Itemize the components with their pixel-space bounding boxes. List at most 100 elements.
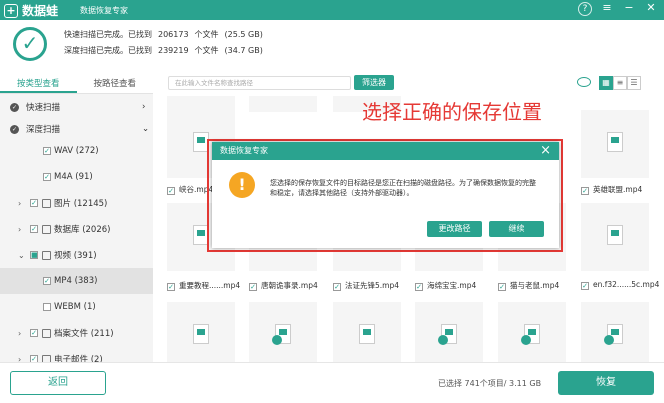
sidebar-item-webm[interactable]: WEBM (1) <box>0 294 153 320</box>
preview-eye-icon[interactable] <box>577 77 591 87</box>
file-tile[interactable] <box>167 302 235 362</box>
footer-bar: 返回 已选择 741个项目/ 3.11 GB 恢复 <box>0 362 664 403</box>
scan-complete-check-icon: ✓ <box>13 27 47 61</box>
filter-button[interactable]: 筛选器 <box>354 75 394 90</box>
file-tile[interactable] <box>581 203 649 271</box>
image-icon <box>42 198 51 208</box>
checkbox[interactable]: ✓ <box>43 277 51 285</box>
warning-dialog: 数据恢复专家 × ! 您选择的保存恢复文件的目标路径是您正在扫描的磁盘路径。为了… <box>212 142 559 248</box>
recover-button[interactable]: 恢复 <box>558 371 654 395</box>
document-icon <box>42 328 51 338</box>
chevron-down-icon[interactable]: ⌄ <box>142 124 149 134</box>
checkbox[interactable]: ✓ <box>581 187 589 195</box>
dialog-message-line2: 和稳定，请选择其他路径（支持外部驱动器）。 <box>270 189 414 197</box>
selection-summary: 已选择 741个项目/ 3.11 GB <box>438 379 542 388</box>
file-name-label[interactable]: ✓ 重要教程......mp4 <box>167 280 240 291</box>
file-tile[interactable] <box>581 110 649 178</box>
bullet-icon: ✓ <box>10 102 19 112</box>
detail-view-icon[interactable]: ☰ <box>627 76 641 90</box>
video-file-icon <box>607 225 623 245</box>
dialog-title-bar: 数据恢复专家 × <box>212 142 559 160</box>
checkbox[interactable]: ✓ <box>167 283 175 291</box>
video-file-icon <box>607 132 623 152</box>
chevron-down-icon[interactable]: ⌄ <box>18 251 25 260</box>
sidebar-item-images[interactable]: › ✓ 图片 (12145) <box>0 190 153 216</box>
menu-icon[interactable]: ≡ <box>600 2 614 16</box>
partial-video-file-icon <box>604 324 623 345</box>
tab-by-type[interactable]: 按类型查看 <box>0 76 77 93</box>
sidebar-item-wav[interactable]: ✓ WAV (272) <box>0 138 153 164</box>
change-path-button[interactable]: 更改路径 <box>427 221 482 237</box>
file-tile[interactable] <box>333 302 401 362</box>
file-name-label[interactable]: ✓ 猫与老鼠.mp4 <box>498 280 559 291</box>
view-tabs: 按类型查看 按路径查看 <box>0 76 153 94</box>
checkbox[interactable]: ✓ <box>30 329 38 337</box>
help-icon[interactable]: ? <box>578 2 592 16</box>
sidebar-item-video[interactable]: ⌄ ■ 视频 (391) <box>0 242 153 268</box>
partial-video-file-icon <box>521 324 540 345</box>
checkbox[interactable]: ✓ <box>249 283 257 291</box>
sidebar: ✓ 快速扫描 › ✓ 深度扫描 ⌄ ✓ WAV (272) ✓ M4A (91)… <box>0 94 153 362</box>
checkbox[interactable]: ✓ <box>43 173 51 181</box>
sidebar-item-email[interactable]: › ✓ 电子邮件 (2) <box>0 346 153 362</box>
bullet-icon: ✓ <box>10 124 19 134</box>
scan-status-panel: ✓ 快速扫描已完成。已找到 206173 个文件 (25.5 GB) 深度扫描已完成。… <box>0 20 664 68</box>
tab-by-path[interactable]: 按路径查看 <box>77 76 154 93</box>
list-view-icon[interactable]: ≡ <box>613 76 627 90</box>
sidebar-item-m4a[interactable]: ✓ M4A (91) <box>0 164 153 190</box>
chevron-right-icon[interactable]: › <box>18 329 21 338</box>
file-name-label[interactable]: ✓ 海绵宝宝.mp4 <box>415 280 476 291</box>
checkbox[interactable]: ✓ <box>30 199 38 207</box>
video-file-icon <box>193 324 209 344</box>
file-tile[interactable] <box>415 302 483 362</box>
file-name-label[interactable]: ✓ 唐朝诡事录.mp4 <box>249 280 318 291</box>
back-button[interactable]: 返回 <box>10 371 106 395</box>
chevron-right-icon[interactable]: › <box>18 355 21 363</box>
file-tile[interactable] <box>249 96 317 112</box>
video-file-icon <box>359 324 375 344</box>
app-name: 数据蛙 <box>22 4 59 18</box>
checkbox[interactable]: ✓ <box>167 187 175 195</box>
database-icon <box>42 224 51 234</box>
logo-plus-icon: + <box>4 3 18 18</box>
file-name-label[interactable]: ✓ en.f32......5c.mp4 <box>581 280 659 290</box>
dialog-message-line1: 您选择的保存恢复文件的目标路径是您正在扫描的磁盘路径。为了确保数据恢复的完整 <box>270 179 536 187</box>
dialog-title: 数据恢复专家 <box>220 146 268 155</box>
sidebar-item-database[interactable]: › ✓ 数据库 (2026) <box>0 216 153 242</box>
video-icon <box>42 250 51 260</box>
checkbox[interactable]: ✓ <box>415 283 423 291</box>
chevron-right-icon[interactable]: › <box>142 102 145 112</box>
checkbox[interactable]: ✓ <box>333 283 341 291</box>
quick-scan-status: 快速扫描已完成。已找到 206173 个文件 (25.5 GB) <box>64 30 263 39</box>
partial-video-file-icon <box>272 324 291 345</box>
main-toolbar: 在此输入文件名称查找路径 筛选器 ▦ ≡ ☰ <box>153 70 664 96</box>
checkbox[interactable]: ✓ <box>30 225 38 233</box>
checkbox[interactable]: ✓ <box>581 282 589 290</box>
file-tile[interactable] <box>581 302 649 362</box>
email-icon <box>42 354 51 362</box>
checkbox[interactable]: ■ <box>30 251 38 259</box>
file-tile[interactable] <box>249 302 317 362</box>
checkbox[interactable]: ✓ <box>43 147 51 155</box>
grid-view-icon[interactable]: ▦ <box>599 76 613 90</box>
continue-button[interactable]: 继续 <box>489 221 544 237</box>
dialog-close-icon[interactable]: × <box>540 142 551 160</box>
file-name-label[interactable]: ✓ 英雄联盟.mp4 <box>581 184 642 195</box>
checkbox[interactable]: ✓ <box>30 355 38 362</box>
minimize-icon[interactable]: − <box>622 2 636 16</box>
app-logo: + 数据蛙 <box>4 2 58 19</box>
chevron-right-icon[interactable]: › <box>18 225 21 234</box>
app-subtitle: 数据恢复专家 <box>80 6 128 15</box>
checkbox[interactable] <box>43 303 51 311</box>
file-tile[interactable] <box>498 302 566 362</box>
file-name-label[interactable]: ✓ 法证先锋5.mp4 <box>333 280 399 291</box>
title-bar: + 数据蛙 数据恢复专家 ? ≡ − ✕ <box>0 0 664 20</box>
search-input[interactable]: 在此输入文件名称查找路径 <box>168 76 351 90</box>
close-icon[interactable]: ✕ <box>644 2 658 16</box>
warning-icon: ! <box>229 172 255 198</box>
checkbox[interactable]: ✓ <box>498 283 506 291</box>
annotation-text: 选择正确的保存位置 <box>362 100 542 124</box>
sidebar-item-mp4[interactable]: ✓ MP4 (383) <box>0 268 153 294</box>
sidebar-item-docs[interactable]: › ✓ 档案文件 (211) <box>0 320 153 346</box>
chevron-right-icon[interactable]: › <box>18 199 21 208</box>
